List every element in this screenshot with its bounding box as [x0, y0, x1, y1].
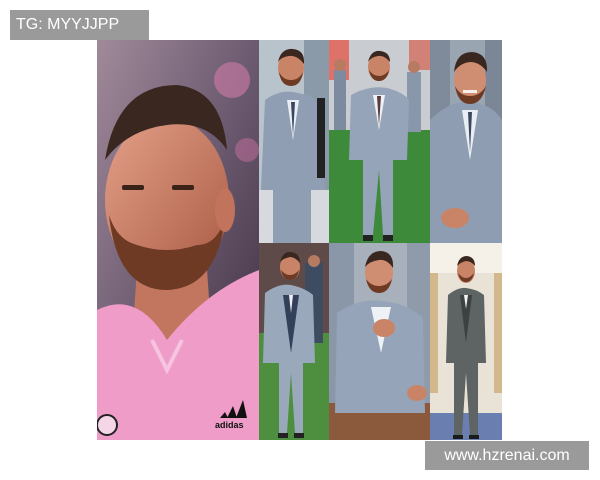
photo-collage: adidas [97, 40, 502, 440]
jersey-brand-text: adidas [215, 420, 244, 430]
top-watermark-label: TG: MYYJJPP [10, 10, 149, 40]
bottom-watermark-url: www.hzrenai.com [425, 441, 589, 470]
photo-suit-hand-on-chest [329, 243, 430, 440]
photo-suit-grass-walk [329, 40, 430, 243]
photo-suit-vest-walking [259, 243, 329, 440]
photo-dark-suit-standing [430, 243, 502, 440]
photo-suit-backpack [259, 40, 329, 243]
photo-suit-seated-smiling [430, 40, 502, 243]
portrait-panel-pink-jersey: adidas [97, 40, 259, 440]
